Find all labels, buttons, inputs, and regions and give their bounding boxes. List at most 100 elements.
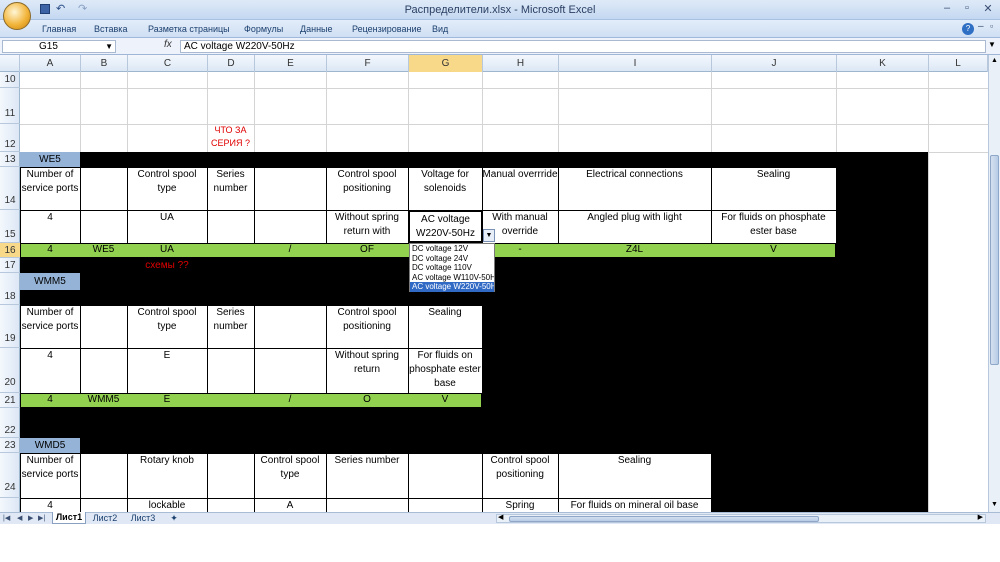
scroll-thumb[interactable] (990, 155, 999, 365)
scroll-down-arrow[interactable]: ▼ (989, 499, 1000, 511)
tab-page-layout[interactable]: Разметка страницы (148, 20, 230, 38)
dropdown-option-selected[interactable]: AC voltage W220V-50H (410, 282, 494, 292)
office-button[interactable] (3, 2, 31, 30)
we5-value-connections: Angled plug with light (587, 212, 682, 223)
wmd5-value-positioning: Spring (505, 500, 535, 511)
scroll-left-arrow[interactable]: ◀ (498, 513, 503, 521)
selected-cell-g15[interactable]: AC voltage W220V-50Hz (408, 210, 483, 243)
we5-value-positioning: Without spring return with (335, 212, 399, 237)
we5-code-series: WE5 (92, 244, 115, 255)
wmm5-value-sealing: For fluids on phosphate ester base (409, 350, 481, 389)
column-header-i[interactable]: I (559, 55, 712, 72)
tab-view[interactable]: Вид (432, 20, 448, 38)
row-header-20[interactable]: 20 (0, 348, 20, 393)
column-header-a[interactable]: A (20, 55, 81, 72)
wmm5-tag: WMM5 (20, 273, 80, 290)
column-header-f[interactable]: F (327, 55, 409, 72)
tab-formulas[interactable]: Формулы (244, 20, 283, 38)
dropdown-option[interactable]: DC voltage 110V (410, 263, 494, 273)
row-header-22[interactable]: 22 (0, 408, 20, 438)
column-header-b[interactable]: B (81, 55, 128, 72)
we5-value-sealing: For fluids on phosphate ester base (721, 212, 826, 237)
name-box[interactable]: G15 ▼ (2, 40, 116, 53)
last-sheet-icon[interactable]: ▶| (38, 513, 45, 524)
column-header-d[interactable]: D (208, 55, 255, 72)
prev-sheet-icon[interactable]: ◀ (17, 513, 22, 524)
row-header-24[interactable]: 24 (0, 453, 20, 498)
insert-sheet-icon[interactable]: ✦ (165, 513, 183, 524)
we5-code-slash: / (288, 244, 292, 255)
wmd5-header-sealing: Sealing (617, 455, 652, 466)
column-header-e[interactable]: E (255, 55, 327, 72)
scroll-up-arrow[interactable]: ▲ (989, 55, 1000, 67)
column-header-l[interactable]: L (929, 55, 988, 72)
tab-insert[interactable]: Вставка (94, 20, 127, 38)
we5-code-sealing: V (770, 244, 777, 255)
we5-code-connections: Z4L (625, 244, 644, 255)
close-button[interactable]: ✕ (978, 2, 998, 16)
formula-input[interactable]: AC voltage W220V-50Hz (180, 40, 986, 53)
sheet-tab-3[interactable]: Лист3 (126, 513, 160, 524)
note-series-question: ЧТО ЗА СЕРИЯ ? (211, 125, 250, 148)
we5-code-ports: 4 (47, 244, 53, 255)
wmm5-header-spool-type: Control spool type (137, 307, 197, 332)
column-headers: A B C D E F G H I J K L (0, 55, 988, 72)
wmd5-tag: WMD5 (20, 438, 80, 453)
column-header-c[interactable]: C (128, 55, 208, 72)
sheet-tab-1[interactable]: Лист1 (52, 512, 86, 524)
dropdown-option[interactable]: AC voltage W110V-50H (410, 273, 494, 283)
tab-data[interactable]: Данные (300, 20, 333, 38)
row-header-15[interactable]: 15 (0, 210, 20, 243)
row-header-16[interactable]: 16 (0, 243, 20, 258)
column-header-h[interactable]: H (483, 55, 559, 72)
function-fx-icon[interactable]: fx (164, 39, 172, 50)
row-header-18[interactable]: 18 (0, 273, 20, 305)
select-all-corner[interactable] (0, 55, 20, 72)
first-sheet-icon[interactable]: |◀ (3, 513, 10, 524)
column-header-k[interactable]: K (837, 55, 929, 72)
row-header-17[interactable]: 17 (0, 258, 20, 273)
row-header-19[interactable]: 19 (0, 305, 20, 348)
vertical-scrollbar[interactable]: ▲ ▼ (988, 55, 1000, 512)
row-header-25[interactable] (0, 498, 20, 512)
row-header-21[interactable]: 21 (0, 393, 20, 408)
wmm5-header-positioning: Control spool positioning (337, 307, 397, 332)
wmm5-header-series: Series number (213, 307, 248, 332)
horizontal-scroll-thumb[interactable] (509, 516, 819, 522)
minimize-button[interactable]: – (938, 2, 956, 16)
we5-header-ports: Number of service ports (21, 169, 79, 194)
row-header-23[interactable]: 23 (0, 438, 20, 453)
row-header-11[interactable]: 11 (0, 88, 20, 124)
we5-tag: WE5 (20, 152, 80, 167)
wmm5-code-sealing: V (441, 394, 449, 405)
wmd5-header-ports: Number of service ports (21, 455, 79, 480)
column-header-g[interactable]: G (409, 55, 483, 72)
name-box-value: G15 (39, 41, 58, 52)
next-sheet-icon[interactable]: ▶ (28, 513, 33, 524)
sheet-tab-2[interactable]: Лист2 (88, 513, 122, 524)
row-header-12[interactable]: 12 (0, 124, 20, 152)
row-header-10[interactable]: 10 (0, 72, 20, 88)
expand-formula-icon[interactable]: ▼ (988, 40, 996, 49)
dropdown-option[interactable]: DC voltage 12V (410, 244, 494, 254)
worksheet-grid[interactable]: ЧТО ЗА СЕРИЯ ? WE5 Number of service por… (20, 72, 988, 512)
restore-button[interactable]: ▫ (958, 2, 976, 16)
tab-home[interactable]: Главная (42, 20, 76, 38)
row-header-13[interactable]: 13 (0, 152, 20, 167)
dropdown-option[interactable]: DC voltage 24V (410, 254, 494, 264)
help-icon[interactable]: ? (962, 23, 974, 35)
tab-review[interactable]: Рецензирование (352, 20, 422, 38)
empty-area (0, 524, 1000, 562)
horizontal-scrollbar[interactable]: ◀ ▶ (496, 514, 986, 523)
ribbon-restore-icon[interactable]: ▫ (990, 21, 993, 31)
scroll-right-arrow[interactable]: ▶ (978, 513, 983, 521)
voltage-dropdown-list[interactable]: DC voltage 12V DC voltage 24V DC voltage… (409, 243, 495, 292)
column-header-j[interactable]: J (712, 55, 837, 72)
table-borders (20, 167, 837, 512)
chevron-down-icon[interactable]: ▼ (105, 41, 113, 53)
wmd5-header-rotary: Rotary knob (140, 455, 194, 466)
row-header-14[interactable]: 14 (0, 167, 20, 210)
wmd5-header-positioning: Control spool positioning (490, 455, 550, 480)
formula-input-value: AC voltage W220V-50Hz (184, 41, 295, 52)
ribbon-minimize-icon[interactable]: – (978, 21, 984, 32)
